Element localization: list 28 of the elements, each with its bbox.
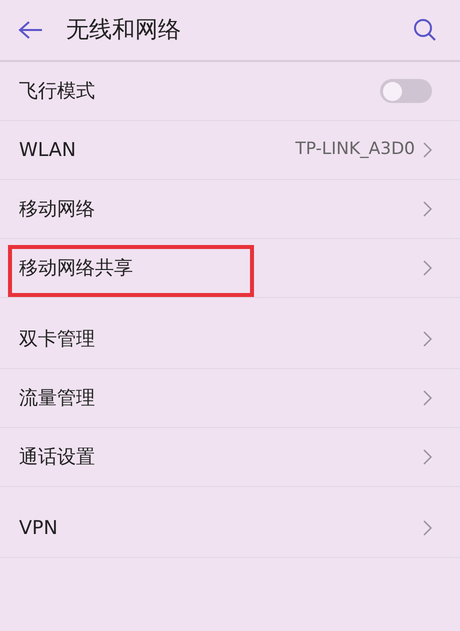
settings-row[interactable]: 飞行模式: [0, 62, 460, 121]
chevron-icon: [423, 449, 432, 465]
settings-row[interactable]: 移动网络共享: [0, 239, 460, 298]
row-label: 双卡管理: [19, 326, 95, 352]
chevron-icon: [423, 201, 432, 217]
settings-row[interactable]: WLAN TP-LINK_A3D0: [0, 121, 460, 180]
settings-row[interactable]: VPN: [0, 499, 460, 558]
settings-row[interactable]: 通话设置: [0, 428, 460, 487]
row-label: VPN: [19, 516, 58, 541]
search-icon[interactable]: [412, 17, 438, 43]
settings-row[interactable]: 移动网络: [0, 180, 460, 239]
page-title: 无线和网络: [66, 16, 181, 45]
row-label: 飞行模式: [19, 78, 95, 104]
chevron-icon: [423, 260, 432, 276]
chevron-icon: [423, 520, 432, 536]
chevron-icon: [423, 142, 432, 158]
back-icon[interactable]: [18, 20, 44, 40]
settings-row[interactable]: 流量管理: [0, 369, 460, 428]
chevron-icon: [423, 390, 432, 406]
row-label: WLAN: [19, 138, 76, 163]
row-value: TP-LINK_A3D0: [295, 138, 415, 162]
row-label: 移动网络共享: [19, 256, 133, 281]
chevron-icon: [423, 331, 432, 347]
row-label: 流量管理: [19, 386, 95, 411]
toggle-switch[interactable]: [380, 79, 432, 103]
row-label: 通话设置: [19, 444, 95, 470]
settings-row[interactable]: 双卡管理: [0, 310, 460, 369]
row-label: 移动网络: [19, 196, 95, 222]
